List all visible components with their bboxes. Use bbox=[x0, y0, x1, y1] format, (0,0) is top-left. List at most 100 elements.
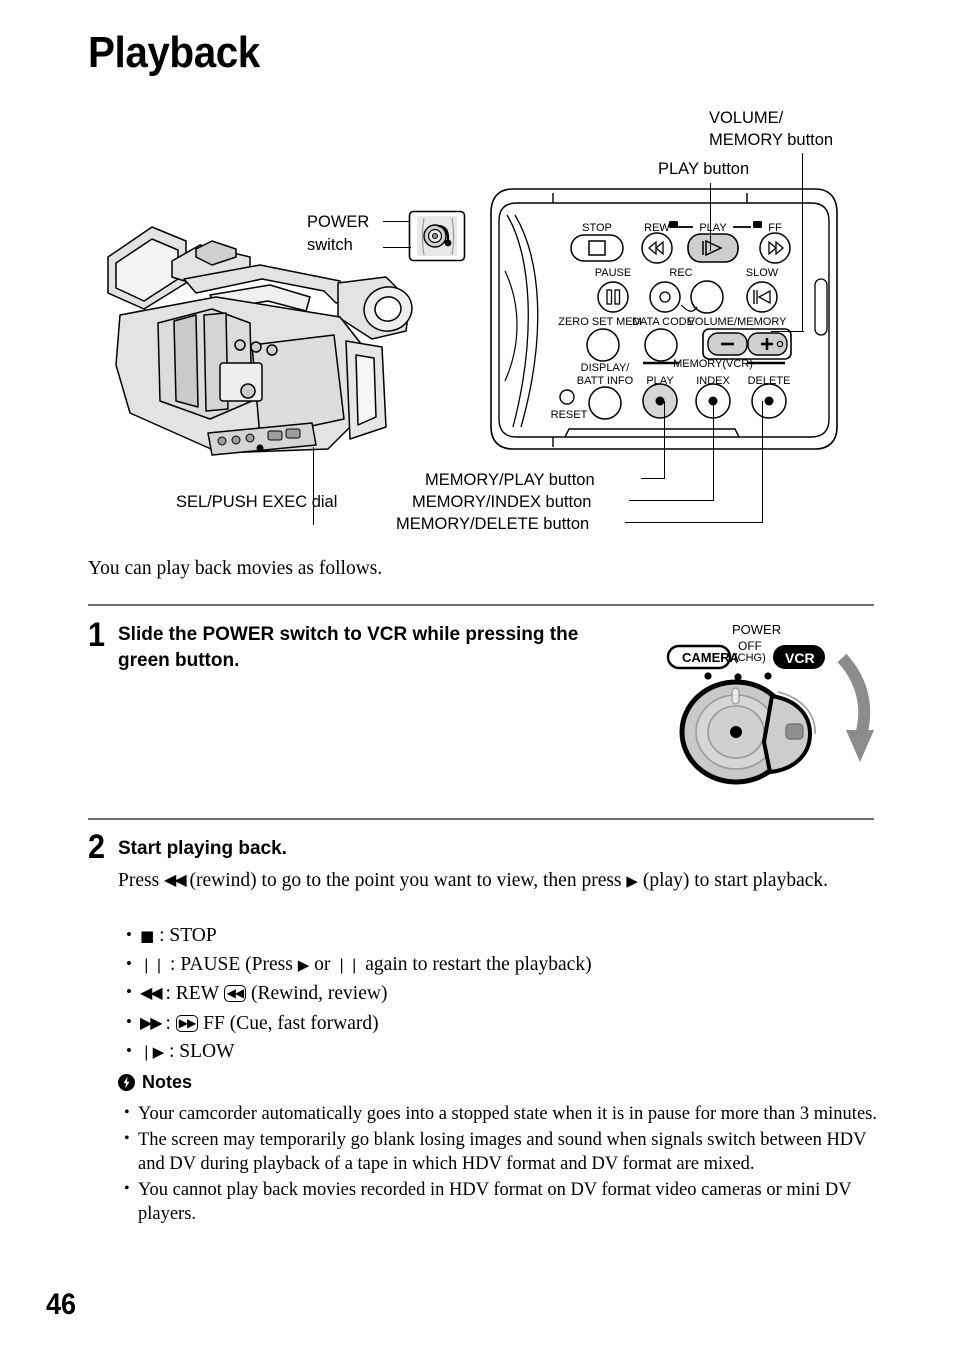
leader-memory-delete-h bbox=[625, 522, 763, 524]
figure-camcorder-controls: VOLUME/ MEMORY button PLAY button POWER … bbox=[0, 95, 954, 545]
bullet-0-label: STOP bbox=[169, 925, 217, 946]
intro-text: You can play back movies as follows. bbox=[88, 558, 383, 579]
power-dial-off-label: OFF bbox=[738, 639, 762, 653]
step-1-number: 1 bbox=[88, 616, 106, 654]
step-2-text-pre: Press bbox=[118, 870, 165, 891]
bullet-1-label: PAUSE (Press bbox=[180, 953, 298, 975]
list-item: • You cannot play back movies recorded in… bbox=[122, 1178, 892, 1227]
stop-icon: ■ bbox=[140, 927, 155, 945]
notes-heading: Notes bbox=[118, 1072, 192, 1093]
list-item: • Your camcorder automatically goes into … bbox=[122, 1102, 892, 1127]
note-text: Your camcorder automatically goes into a… bbox=[138, 1104, 877, 1124]
svg-text:ZERO SET MEM: ZERO SET MEM bbox=[558, 316, 642, 328]
bullet-dot: • bbox=[126, 1041, 132, 1061]
play-icon: ▶ bbox=[297, 955, 310, 974]
manual-page: Playback VOLUME/ MEMORY button PLAY butt… bbox=[0, 0, 954, 1357]
bullet-1-sep: : bbox=[165, 953, 181, 975]
panel-rew-button bbox=[641, 232, 673, 264]
svg-text:REW: REW bbox=[644, 222, 670, 234]
step-1-heading-line2: green button. bbox=[118, 650, 240, 671]
list-item: • ▶▶ : ▶▶ FF (Cue, fast forward) bbox=[124, 1009, 864, 1039]
note-text: The screen may temporarily go blank losi… bbox=[138, 1129, 867, 1175]
panel-slow-button bbox=[746, 281, 778, 313]
list-item: • ■ : STOP bbox=[124, 922, 864, 951]
pause-icon: ❘❘ bbox=[335, 955, 361, 974]
power-dial-figure: POWER OFF (CHG) CAMERA VCR bbox=[660, 622, 890, 807]
leader-memory-delete-v bbox=[762, 401, 764, 523]
svg-text:STOP: STOP bbox=[582, 222, 612, 234]
leader-memory-play-h bbox=[641, 478, 665, 480]
panel-ff-button bbox=[759, 232, 791, 264]
list-item: • The screen may temporarily go blank los… bbox=[122, 1128, 892, 1177]
fast-forward-icon: ▶▶ bbox=[140, 1012, 163, 1032]
power-dial-camera-text: CAMERA bbox=[682, 650, 740, 665]
power-dial-vcr-text: VCR bbox=[785, 650, 815, 666]
callout-volume-memory-line1: VOLUME/ bbox=[709, 109, 784, 127]
bullet-3-sep: : bbox=[160, 1012, 176, 1034]
leader-memory-index-h bbox=[629, 500, 714, 502]
panel-rec-button bbox=[649, 281, 681, 313]
note-text: You cannot play back movies recorded in … bbox=[138, 1179, 852, 1225]
svg-text:SLOW: SLOW bbox=[746, 267, 779, 279]
bullet-dot: • bbox=[124, 1104, 130, 1121]
notes-list: • Your camcorder automatically goes into … bbox=[122, 1102, 892, 1228]
svg-text:PLAY: PLAY bbox=[699, 222, 727, 234]
pause-icon: ❘❘ bbox=[140, 955, 166, 974]
bullet-1-or: or bbox=[309, 953, 336, 975]
playback-symbol-list: • ■ : STOP • ❘❘ : PAUSE (Press ▶ or ❘❘ aga… bbox=[124, 922, 864, 1067]
play-icon: ▶ bbox=[626, 872, 638, 890]
slow-icon: ❘▶ bbox=[140, 1043, 165, 1062]
bullet-2-label: REW bbox=[175, 983, 224, 1005]
step-2-text-post: (play) to start playback. bbox=[637, 870, 829, 891]
bullet-4-sep: : bbox=[164, 1041, 180, 1063]
power-dial-green-button bbox=[785, 723, 804, 740]
svg-text:DATA CODE: DATA CODE bbox=[632, 316, 694, 328]
callout-memory-delete: MEMORY/DELETE button bbox=[396, 515, 590, 533]
rewind-icon: ◀◀ bbox=[164, 870, 187, 889]
bullet-2-after: (Rewind, review) bbox=[246, 983, 388, 1005]
bullet-0-sep: : bbox=[154, 925, 170, 946]
callout-memory-play: MEMORY/PLAY button bbox=[425, 471, 595, 489]
list-item: • ◀◀ : REW ◀◀ (Rewind, review) bbox=[124, 979, 864, 1009]
svg-text:BATT INFO: BATT INFO bbox=[577, 375, 634, 387]
note-bolt-icon bbox=[118, 1074, 135, 1091]
power-dial-label: POWER bbox=[732, 622, 782, 637]
rewind-icon: ◀◀ bbox=[140, 983, 163, 1003]
bullet-3-after: FF (Cue, fast forward) bbox=[198, 1012, 379, 1034]
panel-pause-button bbox=[597, 281, 629, 313]
leader-memory-play-v bbox=[664, 401, 666, 479]
rewind-tape-icon: ◀◀ bbox=[223, 985, 247, 1003]
page-number: 46 bbox=[46, 1288, 77, 1321]
svg-text:PAUSE: PAUSE bbox=[595, 267, 631, 279]
svg-text:REC: REC bbox=[669, 267, 692, 279]
callout-volume-memory-line2: MEMORY button bbox=[709, 131, 834, 149]
bullet-dot: • bbox=[126, 982, 132, 1002]
list-item: • ❘▶ : SLOW bbox=[124, 1038, 864, 1067]
bullet-1-tail: again to restart the playback) bbox=[360, 953, 592, 975]
callout-memory-index: MEMORY/INDEX button bbox=[412, 493, 592, 511]
power-dial-illustration bbox=[666, 644, 874, 785]
fast-forward-tape-icon: ▶▶ bbox=[175, 1014, 199, 1032]
svg-text:DISPLAY/: DISPLAY/ bbox=[581, 362, 631, 374]
step-2-text-mid: (rewind) to go to the point you want to … bbox=[184, 870, 627, 891]
divider-step-1 bbox=[88, 604, 874, 606]
camcorder-illustration bbox=[107, 226, 413, 456]
step-2-heading: Start playing back. bbox=[118, 838, 287, 859]
page-title: Playback bbox=[88, 28, 260, 77]
divider-step-2 bbox=[88, 818, 874, 820]
leader-memory-index-v bbox=[713, 401, 715, 501]
step-2-body: Press ◀◀ (rewind) to go to the point you… bbox=[118, 866, 878, 895]
step-2-number: 2 bbox=[88, 828, 106, 866]
svg-text:RESET: RESET bbox=[551, 409, 588, 421]
leader-volume-horz bbox=[771, 331, 804, 333]
step-1-heading-line1: Slide the POWER switch to VCR while pres… bbox=[118, 624, 579, 645]
bullet-dot: • bbox=[126, 1011, 132, 1031]
bullet-2-sep: : bbox=[160, 983, 176, 1005]
bullet-4-label: SLOW bbox=[179, 1041, 235, 1063]
leader-volume-vert bbox=[802, 153, 804, 331]
panel-display-batt-info-button bbox=[588, 386, 622, 420]
leader-sel-push-exec bbox=[313, 447, 315, 525]
list-item: • ❘❘ : PAUSE (Press ▶ or ❘❘ again to rest… bbox=[124, 951, 864, 980]
leader-play-vert bbox=[710, 183, 712, 251]
bullet-dot: • bbox=[124, 1179, 130, 1197]
